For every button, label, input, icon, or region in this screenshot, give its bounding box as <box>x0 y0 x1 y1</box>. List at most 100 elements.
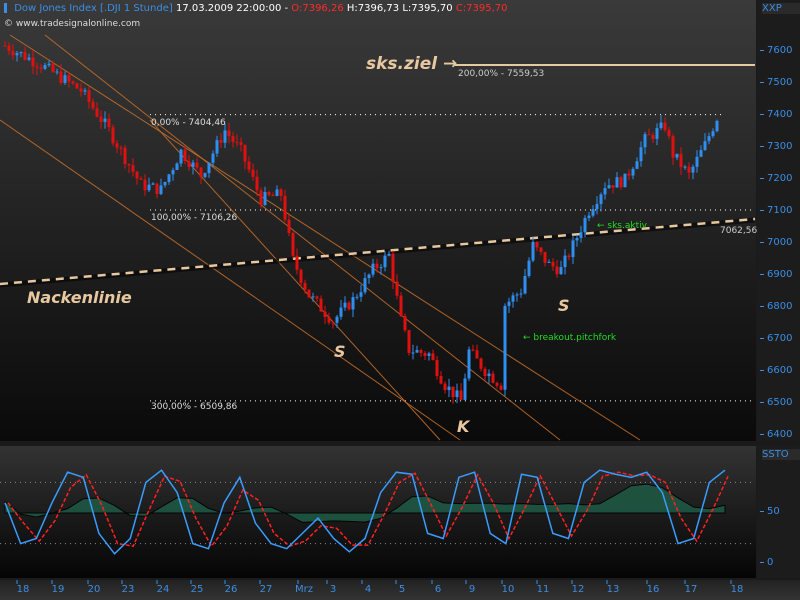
candle <box>247 161 251 170</box>
candle <box>251 169 255 177</box>
breakout-label: ← breakout.pitchfork <box>523 333 617 343</box>
price-tick-label: 7200 <box>760 173 792 184</box>
candle <box>175 163 179 171</box>
price-tick-label: 7000 <box>760 237 792 248</box>
candle <box>715 120 719 132</box>
candle <box>303 282 307 290</box>
candle <box>311 296 315 298</box>
candle <box>455 390 459 398</box>
candle <box>243 144 247 162</box>
candle <box>711 131 715 137</box>
price-tick-label: 7600 <box>760 45 792 56</box>
candle <box>323 311 327 318</box>
candle <box>479 358 483 369</box>
candle <box>71 81 75 84</box>
candle <box>483 368 487 377</box>
candle <box>691 166 695 173</box>
candle <box>283 195 287 220</box>
candle <box>319 298 323 312</box>
candle <box>355 296 359 298</box>
candle <box>511 295 515 302</box>
candle <box>39 67 43 69</box>
candle <box>611 185 615 188</box>
candle <box>539 247 543 252</box>
candle <box>439 375 443 384</box>
close-value: C:7395,70 <box>455 3 508 14</box>
candle <box>127 163 131 166</box>
candle <box>495 382 499 386</box>
target-label: sks.ziel → <box>366 54 458 74</box>
candle <box>651 134 655 139</box>
candle <box>291 232 295 256</box>
price-tick-label: 6800 <box>760 301 792 312</box>
candle <box>683 166 687 168</box>
candle <box>223 130 227 143</box>
candle <box>647 134 651 136</box>
candle <box>279 189 283 196</box>
candle <box>239 142 243 145</box>
candle <box>547 261 551 263</box>
candle <box>467 349 471 379</box>
candle <box>631 168 635 176</box>
fib-100-label: 100,00% - 7106,26 <box>151 213 238 223</box>
candle-icon <box>4 3 7 13</box>
time-tick-label: 10 <box>501 584 515 595</box>
candle <box>195 162 199 168</box>
price-tick-label: 6500 <box>760 397 792 408</box>
time-tick-label: 24 <box>156 584 170 595</box>
candle <box>135 171 139 179</box>
candle <box>475 350 479 359</box>
arrow-right-icon: → <box>443 54 458 74</box>
candle <box>95 108 99 117</box>
candle <box>423 352 427 356</box>
candle <box>587 215 591 219</box>
candle <box>351 297 355 310</box>
neckline-value: 7062,56 <box>720 226 758 236</box>
candle <box>7 45 11 52</box>
candle <box>299 269 303 283</box>
low-value: L:7395,70 <box>402 3 453 14</box>
candle <box>347 302 351 310</box>
candle <box>447 386 451 391</box>
candle <box>403 316 407 331</box>
candle <box>695 156 699 167</box>
pitchfork-line <box>44 34 561 441</box>
candle <box>499 385 503 390</box>
candle <box>435 359 439 376</box>
sks-aktiv-label: ← sks.aktiv <box>597 221 647 231</box>
time-tick-label: 11 <box>536 584 550 595</box>
candle <box>571 240 575 258</box>
time-tick-label: 19 <box>51 584 65 595</box>
time-tick-label: 18 <box>730 584 744 595</box>
candle <box>75 83 79 89</box>
price-tick-label: 6400 <box>760 429 792 440</box>
candle <box>591 209 595 216</box>
candle <box>51 63 55 72</box>
candle <box>603 188 607 195</box>
candle <box>139 178 143 180</box>
candle <box>615 177 619 188</box>
candle <box>367 274 371 279</box>
ssto-axis-title: SSTO <box>762 449 800 460</box>
candle <box>471 349 475 351</box>
candle <box>19 52 23 54</box>
instrument-name[interactable]: Dow Jones Index [.DJI 1 Stunde] <box>14 3 173 14</box>
time-tick-label: 3 <box>329 584 337 595</box>
candle <box>491 373 495 383</box>
candle <box>703 141 707 151</box>
price-tick-label: 6900 <box>760 269 792 280</box>
price-tick-label: 7500 <box>760 77 792 88</box>
candle <box>11 51 15 56</box>
candle <box>99 116 103 122</box>
candle <box>307 289 311 298</box>
candle <box>287 219 291 233</box>
candle <box>459 390 463 400</box>
candle <box>639 147 643 162</box>
candle <box>103 118 107 122</box>
high-value: H:7396,73 <box>346 3 400 14</box>
candle <box>255 176 259 191</box>
candle <box>15 53 19 56</box>
time-tick-label: 27 <box>259 584 273 595</box>
candle <box>659 122 663 129</box>
price-tick-label: 6700 <box>760 333 792 344</box>
